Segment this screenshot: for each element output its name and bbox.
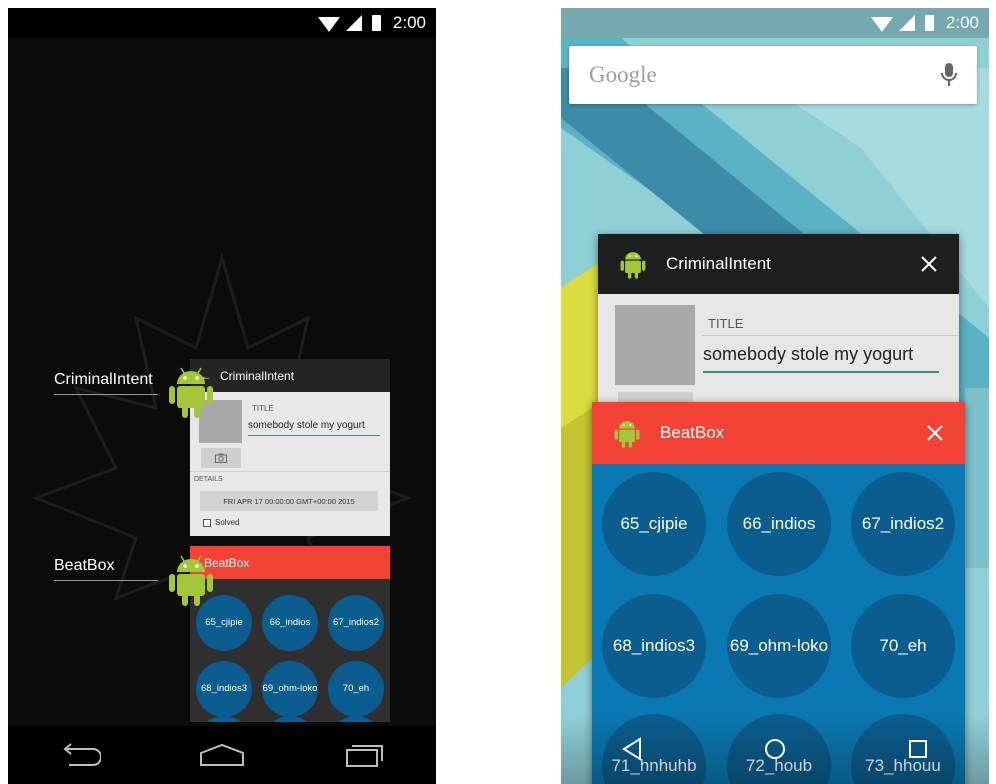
- sound-button-partial: [196, 716, 252, 722]
- divider: [190, 471, 390, 472]
- sound-button[interactable]: 65_cjipie: [602, 472, 706, 576]
- card-title: BeatBox: [660, 423, 725, 442]
- solved-checkbox: Solved: [203, 518, 239, 527]
- navigation-bar: [561, 714, 989, 784]
- recents-button[interactable]: [335, 735, 395, 775]
- cell-signal-icon: [345, 15, 362, 31]
- android-icon: [620, 252, 646, 279]
- sound-button-partial: [262, 716, 318, 722]
- wifi-icon: [870, 16, 893, 32]
- details-label: DETAILS: [194, 476, 223, 483]
- google-search-bar[interactable]: Google: [569, 46, 977, 104]
- right-screen: 2:00 Google CriminalIntent TITLE somebod…: [561, 8, 989, 784]
- android-icon: [614, 421, 640, 448]
- clock: 2:00: [945, 13, 979, 32]
- card-header: BeatBox: [592, 402, 965, 464]
- title-field-underline: [248, 435, 380, 436]
- mic-icon[interactable]: [941, 62, 957, 88]
- home-icon: [199, 743, 244, 766]
- back-button[interactable]: [49, 735, 109, 775]
- recents-icon: [345, 745, 383, 767]
- navigation-bar: [8, 726, 436, 784]
- app-label-underline: [54, 394, 158, 395]
- toolbar-title: CriminalIntent: [220, 368, 295, 383]
- left-screen: 2:00 CriminalIntent ← CriminalIntent TIT…: [8, 8, 436, 784]
- criminalintent-thumbnail[interactable]: ← CriminalIntent TITLE somebody stole my…: [190, 359, 390, 536]
- wifi-icon: [317, 16, 340, 32]
- sound-button[interactable]: 67_indios2: [851, 472, 955, 576]
- cell-signal-icon: [898, 15, 915, 31]
- battery-icon: [924, 15, 934, 31]
- status-bar: 2:00: [561, 8, 989, 38]
- close-icon[interactable]: [919, 254, 939, 274]
- home-button[interactable]: [745, 729, 805, 769]
- camera-icon: [215, 453, 227, 463]
- sound-button: 68_indios3: [196, 661, 252, 717]
- recents-icon: [908, 740, 927, 758]
- android-icon: [169, 555, 213, 606]
- sound-button[interactable]: 69_ohm-loko: [727, 594, 831, 698]
- sound-button: 66_indios: [262, 595, 318, 651]
- title-field: somebody stole my yogurt: [248, 420, 365, 431]
- sound-button: 69_ohm-loko: [262, 661, 318, 717]
- status-bar: 2:00: [8, 8, 436, 38]
- title-label: TITLE: [252, 404, 274, 413]
- title-field-underline: [703, 371, 939, 373]
- sound-button: 67_indios2: [328, 595, 384, 651]
- sound-button[interactable]: 66_indios: [727, 472, 831, 576]
- sound-button-partial: [328, 716, 384, 722]
- title-label: TITLE: [708, 316, 744, 331]
- solved-label: Solved: [215, 518, 240, 527]
- date-button: FRI APR 17 00:00:00 GMT+00:00 2015: [200, 491, 378, 511]
- back-button[interactable]: [602, 729, 662, 769]
- card-title: CriminalIntent: [666, 254, 771, 273]
- divider: [702, 335, 959, 336]
- app-label-beatbox[interactable]: BeatBox: [54, 557, 114, 575]
- criminalintent-card[interactable]: CriminalIntent TITLE somebody stole my y…: [598, 234, 959, 424]
- back-icon: [622, 737, 642, 761]
- beatbox-toolbar: BeatBox: [190, 546, 390, 579]
- beatbox-thumbnail[interactable]: BeatBox 65_cjipie 66_indios 67_indios2 6…: [190, 546, 390, 722]
- crime-photo: [615, 305, 695, 385]
- home-button[interactable]: [192, 735, 252, 775]
- back-icon: [63, 743, 102, 766]
- app-label-criminalintent[interactable]: CriminalIntent: [54, 371, 153, 389]
- title-field: somebody stole my yogurt: [703, 344, 914, 364]
- sound-button[interactable]: 68_indios3: [602, 594, 706, 698]
- criminalintent-toolbar: ← CriminalIntent: [190, 359, 390, 392]
- search-label: Google: [589, 62, 657, 87]
- app-label-underline: [54, 580, 158, 581]
- android-icon: [169, 367, 213, 418]
- camera-button: [201, 448, 241, 468]
- checkbox-box: [203, 518, 211, 527]
- home-icon: [764, 739, 785, 759]
- clock: 2:00: [392, 13, 426, 32]
- card-header: CriminalIntent: [598, 234, 959, 294]
- sound-button[interactable]: 70_eh: [851, 594, 955, 698]
- recents-button[interactable]: [888, 729, 948, 769]
- sound-button: 70_eh: [328, 661, 384, 717]
- close-icon[interactable]: [925, 423, 945, 443]
- battery-icon: [371, 15, 381, 31]
